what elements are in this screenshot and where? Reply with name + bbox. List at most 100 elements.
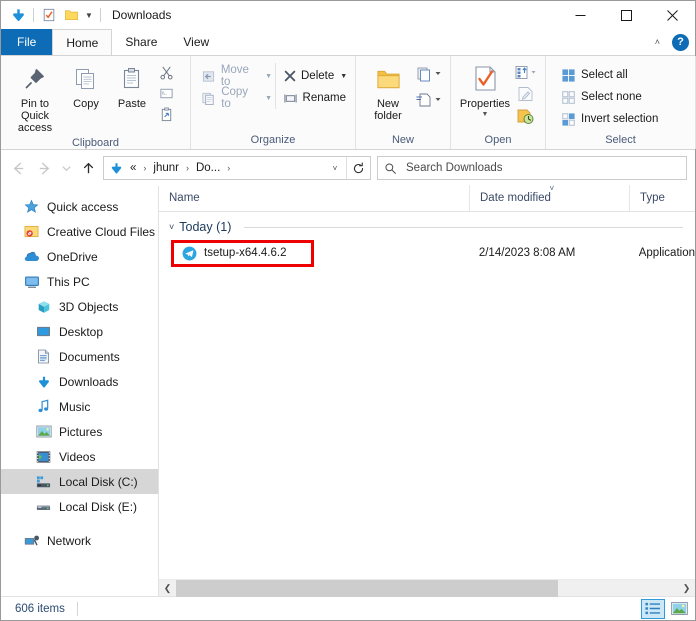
scrollbar-track[interactable] [176, 580, 678, 597]
properties-button[interactable]: Properties ▼ [457, 60, 513, 118]
organize-col-1: Move to ▼ Copy to ▼ [197, 63, 275, 109]
copy-to-icon [200, 89, 217, 107]
select-all-button[interactable]: Select all [556, 64, 661, 86]
paste-shortcut-icon[interactable] [155, 104, 177, 124]
sidebar-item-label: 3D Objects [59, 300, 118, 314]
breadcrumb-separator[interactable]: › [181, 163, 194, 173]
chevron-down-icon[interactable]: ▼ [482, 111, 489, 118]
properties-check-icon[interactable] [38, 4, 60, 26]
new-small-icons [414, 60, 444, 110]
help-button[interactable]: ? [672, 34, 689, 51]
collapse-ribbon-icon[interactable]: ˄ [651, 37, 664, 47]
table-row[interactable]: tsetup-x64.4.6.2 2/14/2023 8:08 AM Appli… [159, 242, 695, 264]
search-box[interactable]: Search Downloads [377, 156, 687, 180]
sidebar-item-desktop[interactable]: Desktop [1, 319, 158, 344]
breadcrumb-separator[interactable]: › [222, 163, 235, 173]
copy-icon [73, 63, 99, 95]
select-none-icon [559, 88, 577, 106]
group-header-today[interactable]: ˅ Today (1) [159, 212, 695, 242]
horizontal-scrollbar[interactable]: ❮ ❯ [159, 579, 695, 596]
file-name-cell[interactable]: tsetup-x64.4.6.2 [159, 245, 469, 261]
sidebar-item-videos[interactable]: Videos [1, 444, 158, 469]
tab-home[interactable]: Home [52, 29, 112, 55]
breadcrumb-downloads[interactable]: Do... [194, 162, 222, 174]
ribbon-group-label-organize: Organize [191, 131, 355, 149]
minimize-button[interactable] [557, 1, 603, 29]
copy-path-icon[interactable]: \\.. [155, 83, 177, 103]
history-icon[interactable] [513, 106, 539, 126]
chevron-down-icon[interactable]: ▼ [265, 95, 272, 102]
forward-button[interactable] [31, 155, 57, 181]
new-folder-icon[interactable] [60, 4, 82, 26]
paste-button[interactable]: Paste [109, 60, 155, 110]
navigation-pane: Quick access Creative Cloud Files OneDri… [1, 186, 159, 596]
sidebar-item-pictures[interactable]: Pictures [1, 419, 158, 444]
column-header-name[interactable]: Name [159, 185, 469, 211]
sidebar-item-music[interactable]: Music [1, 394, 158, 419]
scrollbar-thumb[interactable] [176, 580, 558, 597]
sidebar-item-this-pc[interactable]: This PC [1, 269, 158, 294]
open-with-icon[interactable] [513, 62, 539, 82]
sidebar-item-onedrive[interactable]: OneDrive [1, 244, 158, 269]
select-col: Select all Select none Invert selection [556, 62, 661, 130]
chevron-down-icon[interactable]: ˅ [169, 222, 174, 232]
cut-icon[interactable] [155, 62, 177, 82]
tab-file[interactable]: File [1, 29, 52, 55]
status-bar: 606 items [1, 596, 695, 620]
breadcrumb-root[interactable]: « [128, 162, 138, 174]
ribbon-group-new: Newfolder New [356, 56, 451, 149]
tab-view[interactable]: View [170, 29, 222, 55]
back-button[interactable] [5, 155, 31, 181]
sidebar-item-label: Local Disk (C:) [59, 475, 138, 489]
rename-button[interactable]: Rename [280, 87, 349, 109]
delete-button[interactable]: Delete ▼ [280, 65, 349, 87]
breadcrumb-user[interactable]: jhunr [151, 162, 181, 174]
new-item-icon[interactable] [414, 64, 444, 84]
chevron-down-icon[interactable]: ▼ [340, 73, 347, 80]
move-to-button[interactable]: Move to ▼ [197, 65, 275, 87]
file-list[interactable]: ˅ Today (1) tsetup-x64.4.6.2 2/14/2023 8… [159, 212, 695, 579]
address-dropdown-icon[interactable]: ˅ [324, 157, 346, 179]
copy-button[interactable]: Copy [63, 60, 109, 110]
sidebar-item-creative-cloud-files[interactable]: Creative Cloud Files [1, 219, 158, 244]
sidebar-item-quick-access[interactable]: Quick access [1, 194, 158, 219]
easy-access-icon[interactable] [414, 90, 444, 110]
customize-qat-caret-icon[interactable]: ▼ [82, 4, 96, 26]
sidebar-item-label: Videos [59, 450, 95, 464]
details-view-button[interactable] [641, 599, 665, 619]
up-button[interactable] [75, 155, 101, 181]
sidebar-item-local-disk-e[interactable]: Local Disk (E:) [1, 494, 158, 519]
new-folder-button[interactable]: Newfolder [362, 60, 414, 122]
sidebar-item-downloads[interactable]: Downloads [1, 369, 158, 394]
recent-locations-button[interactable] [57, 155, 75, 181]
copy-to-button[interactable]: Copy to ▼ [197, 87, 275, 109]
window-title: Downloads [112, 8, 171, 22]
close-button[interactable] [649, 1, 695, 29]
scroll-left-button[interactable]: ❮ [159, 580, 176, 597]
move-to-label: Move to [221, 64, 259, 88]
chevron-down-icon[interactable]: ▼ [265, 73, 272, 80]
pin-to-quick-access-label: Pin to Quickaccess [7, 98, 63, 134]
invert-selection-button[interactable]: Invert selection [556, 108, 661, 130]
sidebar-item-documents[interactable]: Documents [1, 344, 158, 369]
address-bar[interactable]: « › jhunr › Do... › ˅ [103, 156, 371, 180]
sidebar-item-3d-objects[interactable]: 3D Objects [1, 294, 158, 319]
search-input[interactable]: Search Downloads [406, 162, 503, 174]
tab-share[interactable]: Share [112, 29, 170, 55]
column-header-type[interactable]: Type [629, 185, 695, 211]
large-icons-view-button[interactable] [667, 599, 691, 619]
column-header-date-modified[interactable]: ˅ Date modified [469, 185, 629, 211]
breadcrumb-separator[interactable]: › [138, 163, 151, 173]
cloud-icon [23, 248, 40, 265]
sidebar-item-label: Desktop [59, 325, 103, 339]
sidebar-item-network[interactable]: Network [1, 528, 158, 553]
column-header-label: Name [169, 192, 200, 204]
star-icon [23, 198, 40, 215]
select-none-button[interactable]: Select none [556, 86, 661, 108]
pin-to-quick-access-button[interactable]: Pin to Quickaccess [7, 60, 63, 134]
ribbon-group-label-new: New [356, 131, 450, 149]
maximize-button[interactable] [603, 1, 649, 29]
refresh-button[interactable] [346, 157, 370, 179]
sidebar-item-local-disk-c[interactable]: Local Disk (C:) [1, 469, 158, 494]
scroll-right-button[interactable]: ❯ [678, 580, 695, 597]
